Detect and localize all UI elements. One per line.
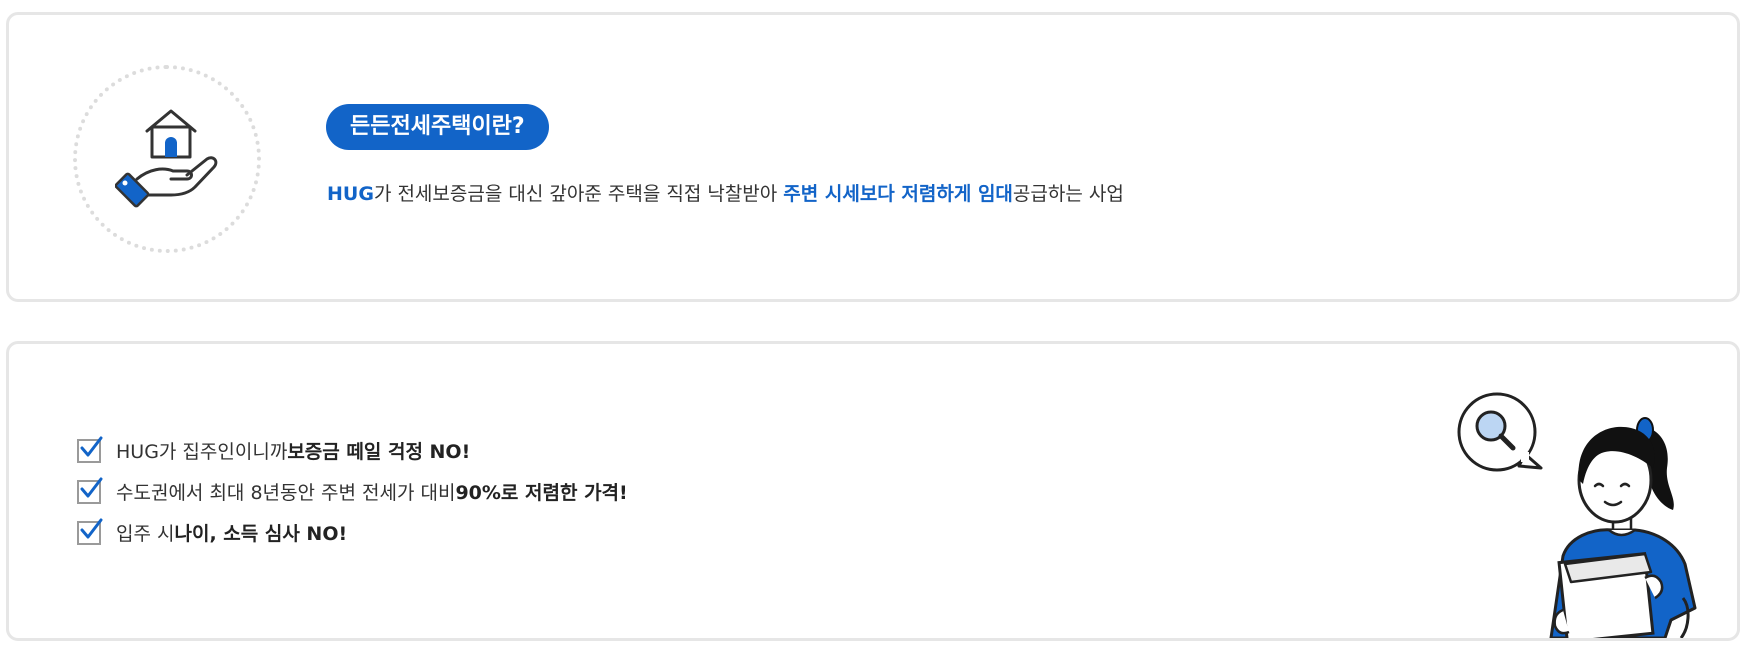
benefit-bold: 나이, 소득 심사 NO! (174, 523, 348, 545)
checkbox-checked-icon (77, 436, 103, 463)
woman-reading-illustration (1457, 392, 1697, 638)
benefit-bold: 보증금 떼일 걱정 NO! (287, 441, 471, 463)
benefits-card: HUG가 집주인이니까 보증금 떼일 걱정 NO! 수도권에서 최대 8년동안 … (6, 341, 1740, 641)
house-in-hand-icon (115, 109, 218, 208)
document-icon (1557, 551, 1655, 638)
desc-suffix: 공급하는 사업 (1012, 183, 1124, 205)
desc-highlight-hug: HUG (327, 183, 374, 205)
intro-card: 든든전세주택이란? HUG가 전세보증금을 대신 갚아준 주택을 직접 낙찰받아… (6, 12, 1740, 302)
benefit-bold: 90%로 저렴한 가격! (455, 482, 628, 504)
intro-description: HUG가 전세보증금을 대신 갚아준 주택을 직접 낙찰받아 주변 시세보다 저… (327, 180, 1124, 208)
benefit-item: 수도권에서 최대 8년동안 주변 전세가 대비 90%로 저렴한 가격! (77, 471, 628, 512)
desc-highlight-cheap: 주변 시세보다 저렴하게 임대 (783, 183, 1013, 205)
desc-text: 가 전세보증금을 대신 갚아준 주택을 직접 낙찰받아 (373, 183, 784, 205)
benefit-item: 입주 시 나이, 소득 심사 NO! (77, 512, 628, 553)
intro-title-badge: 든든전세주택이란? (326, 104, 549, 150)
benefit-text: 입주 시 (116, 523, 175, 545)
benefit-text: HUG가 집주인이니까 (116, 441, 288, 463)
intro-icon-circle (73, 65, 261, 253)
checkbox-checked-icon (77, 518, 103, 545)
magnifier-bubble-icon (1457, 392, 1543, 472)
checkbox-checked-icon (77, 477, 103, 504)
benefit-text: 수도권에서 최대 8년동안 주변 전세가 대비 (116, 482, 456, 504)
benefit-list: HUG가 집주인이니까 보증금 떼일 걱정 NO! 수도권에서 최대 8년동안 … (77, 430, 628, 553)
benefit-item: HUG가 집주인이니까 보증금 떼일 걱정 NO! (77, 430, 628, 471)
